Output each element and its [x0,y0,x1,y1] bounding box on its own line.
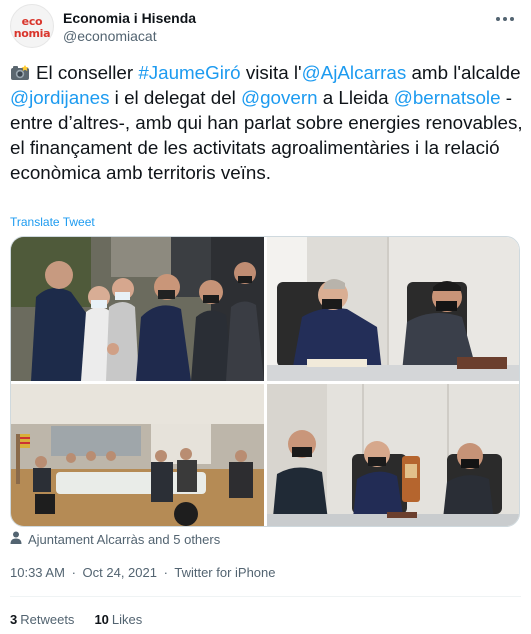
media-grid [10,236,520,527]
tweet-text-segment: visita l' [240,62,302,83]
tweet-text-segment: El conseller [36,62,139,83]
mention-link[interactable]: @AjAlcarras [302,62,407,83]
author-handle[interactable]: @economiacat [63,28,157,44]
tweet-header: eco nomia Economia i Hisenda @economiaca… [10,4,521,48]
photo-4-gift[interactable] [267,384,519,526]
translate-tweet-link[interactable]: Translate Tweet [10,215,95,229]
avatar-logo-line2: nomia [13,27,51,40]
meta-separator: · [71,565,76,580]
meta-separator: · [163,565,168,580]
tweet-body: El conseller #JaumeGiró visita l'@AjAlca… [10,62,523,183]
tweet-text-segment: i el delegat del [109,87,242,108]
mention-link[interactable]: @bernatsole [394,87,501,108]
photo-1-handshake[interactable] [11,237,264,381]
tweet-time[interactable]: 10:33 AM [10,565,65,580]
camera-flash-icon [10,62,30,80]
likes-label: Likes [111,612,143,627]
hashtag-link[interactable]: #JaumeGiró [138,62,240,83]
tagged-text: Ajuntament Alcarràs and 5 others [28,531,221,547]
retweets-label: Retweets [20,612,75,627]
tweet-stats: 3 Retweets 10 Likes [10,612,142,627]
mention-link[interactable]: @govern [241,87,318,108]
person-icon [10,531,22,547]
divider [10,596,521,597]
photo-2-signing[interactable] [267,237,519,381]
retweets-count: 3 [10,612,18,627]
likes-stat[interactable]: 10 Likes [94,612,142,627]
tweet-text: El conseller #JaumeGiró visita l'@AjAlca… [10,60,525,185]
mention-link[interactable]: @jordijanes [10,87,109,108]
likes-count: 10 [94,612,109,627]
photo-3-meeting-room[interactable] [11,384,264,526]
tweet-date[interactable]: Oct 24, 2021 [83,565,157,580]
avatar[interactable]: eco nomia [10,4,54,48]
tweet-text-segment: amb l'alcalde [406,62,521,83]
more-options-icon[interactable] [493,10,517,28]
tweet-text-segment: a Lleida [317,87,394,108]
author-name[interactable]: Economia i Hisenda [63,10,196,26]
tweet-meta: 10:33 AM · Oct 24, 2021 · Twitter for iP… [10,565,276,580]
tagged-users[interactable]: Ajuntament Alcarràs and 5 others [10,531,220,547]
tweet-source[interactable]: Twitter for iPhone [174,565,275,580]
retweets-stat[interactable]: 3 Retweets [10,612,74,627]
